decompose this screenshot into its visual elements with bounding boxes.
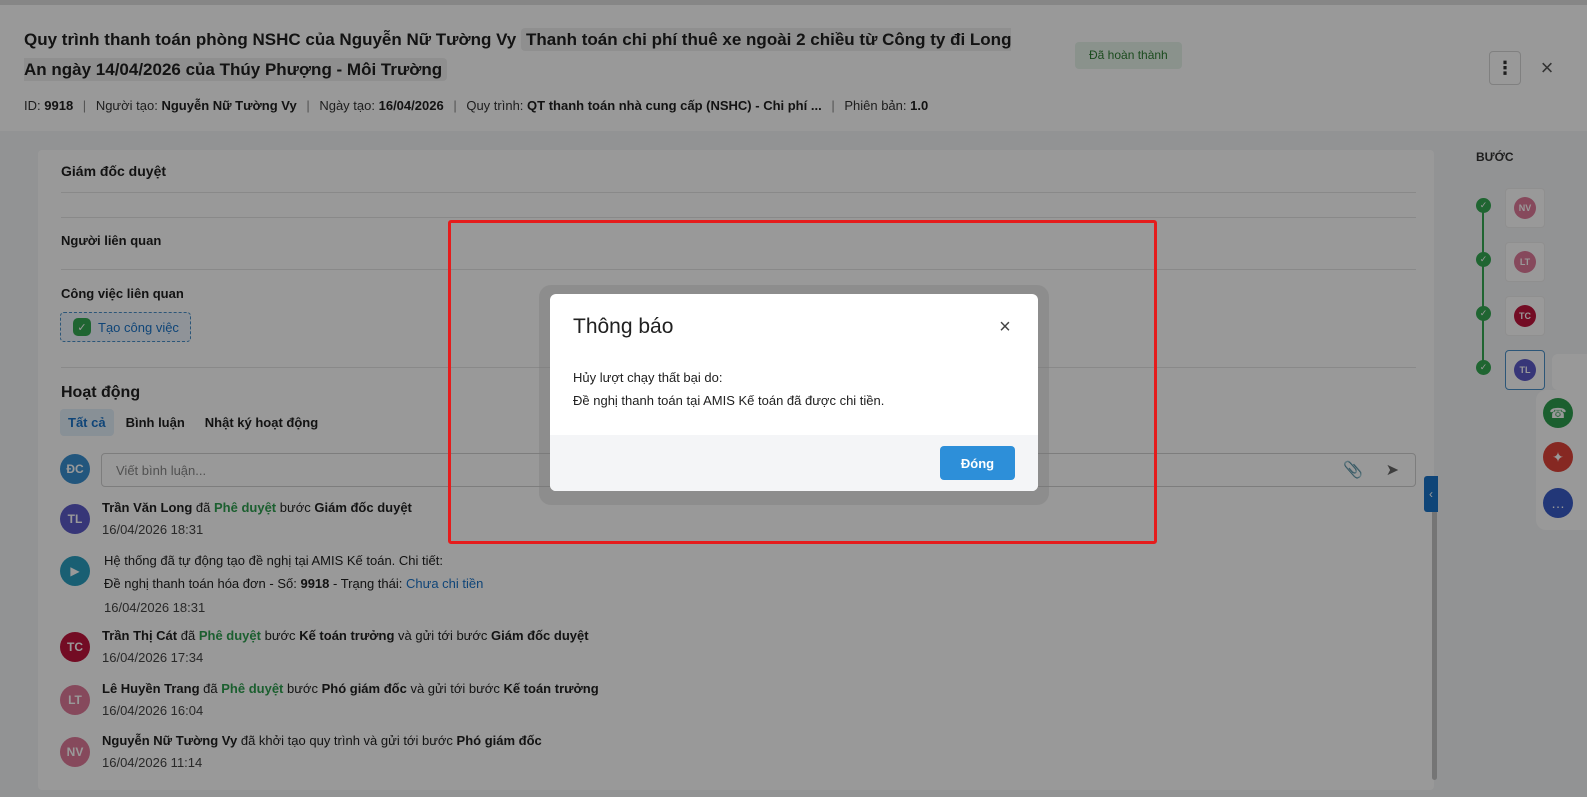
dialog-title: Thông báo <box>573 315 674 338</box>
dialog-message-line1: Hủy lượt chạy thất bại do: <box>573 370 723 385</box>
notification-dialog: Thông báo × Hủy lượt chạy thất bại do: Đ… <box>550 294 1038 491</box>
dialog-message-line2: Đề nghị thanh toán tại AMIS Kế toán đã đ… <box>573 393 885 408</box>
close-dialog-button[interactable]: Đóng <box>940 446 1015 480</box>
app-window: Quy trình thanh toán phòng NSHC của Nguy… <box>0 0 1587 797</box>
close-icon[interactable]: × <box>994 316 1016 338</box>
dialog-footer: Đóng <box>550 435 1038 491</box>
